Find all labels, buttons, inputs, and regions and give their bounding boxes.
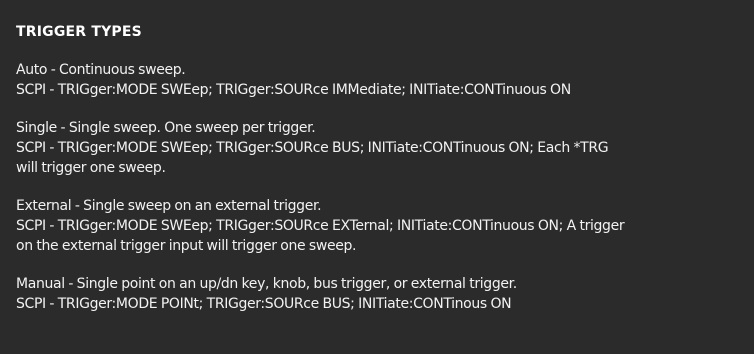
scpi-command-continuation: on the external trigger input will trigg… bbox=[16, 238, 357, 254]
trigger-type-description: Manual - Single point on an up/dn key, k… bbox=[16, 276, 517, 292]
scpi-command-line: SCPI - TRIGger:MODE SWEep; TRIGger:SOURc… bbox=[16, 218, 625, 234]
trigger-type-description: External - Single sweep on an external t… bbox=[16, 198, 322, 214]
panel-title: TRIGGER TYPES bbox=[16, 24, 142, 40]
scpi-command-line: SCPI - TRIGger:MODE SWEep; TRIGger:SOURc… bbox=[16, 82, 571, 98]
trigger-types-panel: TRIGGER TYPES Auto - Continuous sweep. S… bbox=[0, 0, 754, 354]
trigger-type-auto: Auto - Continuous sweep. SCPI - TRIGger:… bbox=[16, 60, 738, 100]
scpi-command-line: SCPI - TRIGger:MODE POINt; TRIGger:SOURc… bbox=[16, 296, 512, 312]
scpi-command-line: SCPI - TRIGger:MODE SWEep; TRIGger:SOURc… bbox=[16, 140, 609, 156]
trigger-type-external: External - Single sweep on an external t… bbox=[16, 196, 738, 256]
trigger-type-description: Auto - Continuous sweep. bbox=[16, 62, 186, 78]
trigger-type-single: Single - Single sweep. One sweep per tri… bbox=[16, 118, 738, 178]
trigger-type-description: Single - Single sweep. One sweep per tri… bbox=[16, 120, 316, 136]
scpi-command-continuation: will trigger one sweep. bbox=[16, 160, 166, 176]
trigger-type-manual: Manual - Single point on an up/dn key, k… bbox=[16, 274, 738, 314]
